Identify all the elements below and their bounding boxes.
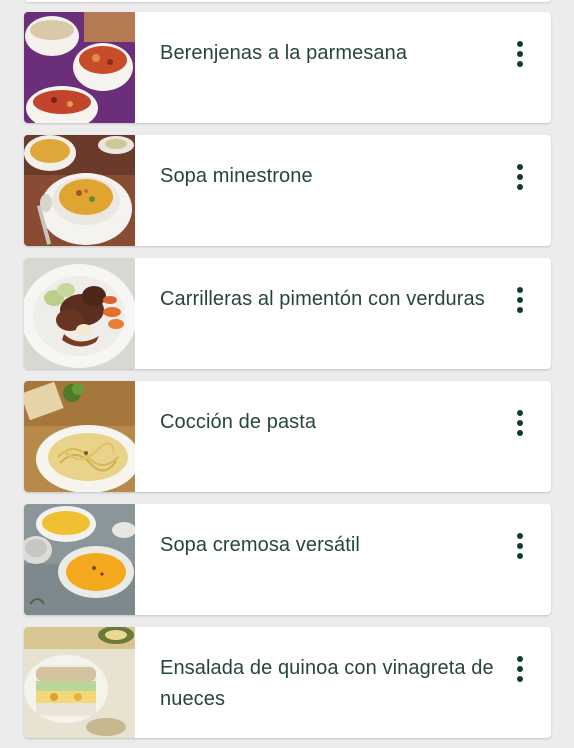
more-vertical-icon[interactable] — [508, 653, 532, 685]
recipe-title[interactable]: Cocción de pasta — [160, 407, 500, 438]
recipe-title[interactable]: Sopa cremosa versátil — [160, 530, 500, 561]
recipe-image-carrilleras — [24, 258, 135, 369]
recipe-card-sopa-cremosa[interactable]: Sopa cremosa versátil — [24, 504, 551, 615]
more-vertical-icon[interactable] — [508, 530, 532, 562]
recipe-image-sopa-cremosa — [24, 504, 135, 615]
more-vertical-icon[interactable] — [508, 38, 532, 70]
recipe-title[interactable]: Sopa minestrone — [160, 161, 500, 192]
recipe-card-pasta[interactable]: Cocción de pasta — [24, 381, 551, 492]
recipe-card-carrilleras[interactable]: Carrilleras al pimentón con verduras — [24, 258, 551, 369]
recipe-card-ensalada-quinoa[interactable]: Ensalada de quinoa con vinagreta de nuec… — [24, 627, 551, 738]
recipe-title[interactable]: Carrilleras al pimentón con verduras — [160, 284, 500, 315]
more-vertical-icon[interactable] — [508, 161, 532, 193]
recipe-title[interactable]: Berenjenas a la parmesana — [160, 38, 500, 69]
recipe-title[interactable]: Ensalada de quinoa con vinagreta de nuec… — [160, 653, 500, 715]
recipe-image-ensalada-quinoa — [24, 627, 135, 738]
recipe-card-minestrone[interactable]: Sopa minestrone — [24, 135, 551, 246]
more-vertical-icon[interactable] — [508, 284, 532, 316]
more-vertical-icon[interactable] — [508, 407, 532, 439]
previous-card-edge — [24, 0, 551, 2]
recipe-image-pasta — [24, 381, 135, 492]
recipe-image-minestrone — [24, 135, 135, 246]
recipe-list-screen: Berenjenas a la parmesana Sopa minestron… — [0, 0, 574, 748]
recipe-image-berenjenas — [24, 12, 135, 123]
recipe-card-berenjenas[interactable]: Berenjenas a la parmesana — [24, 12, 551, 123]
